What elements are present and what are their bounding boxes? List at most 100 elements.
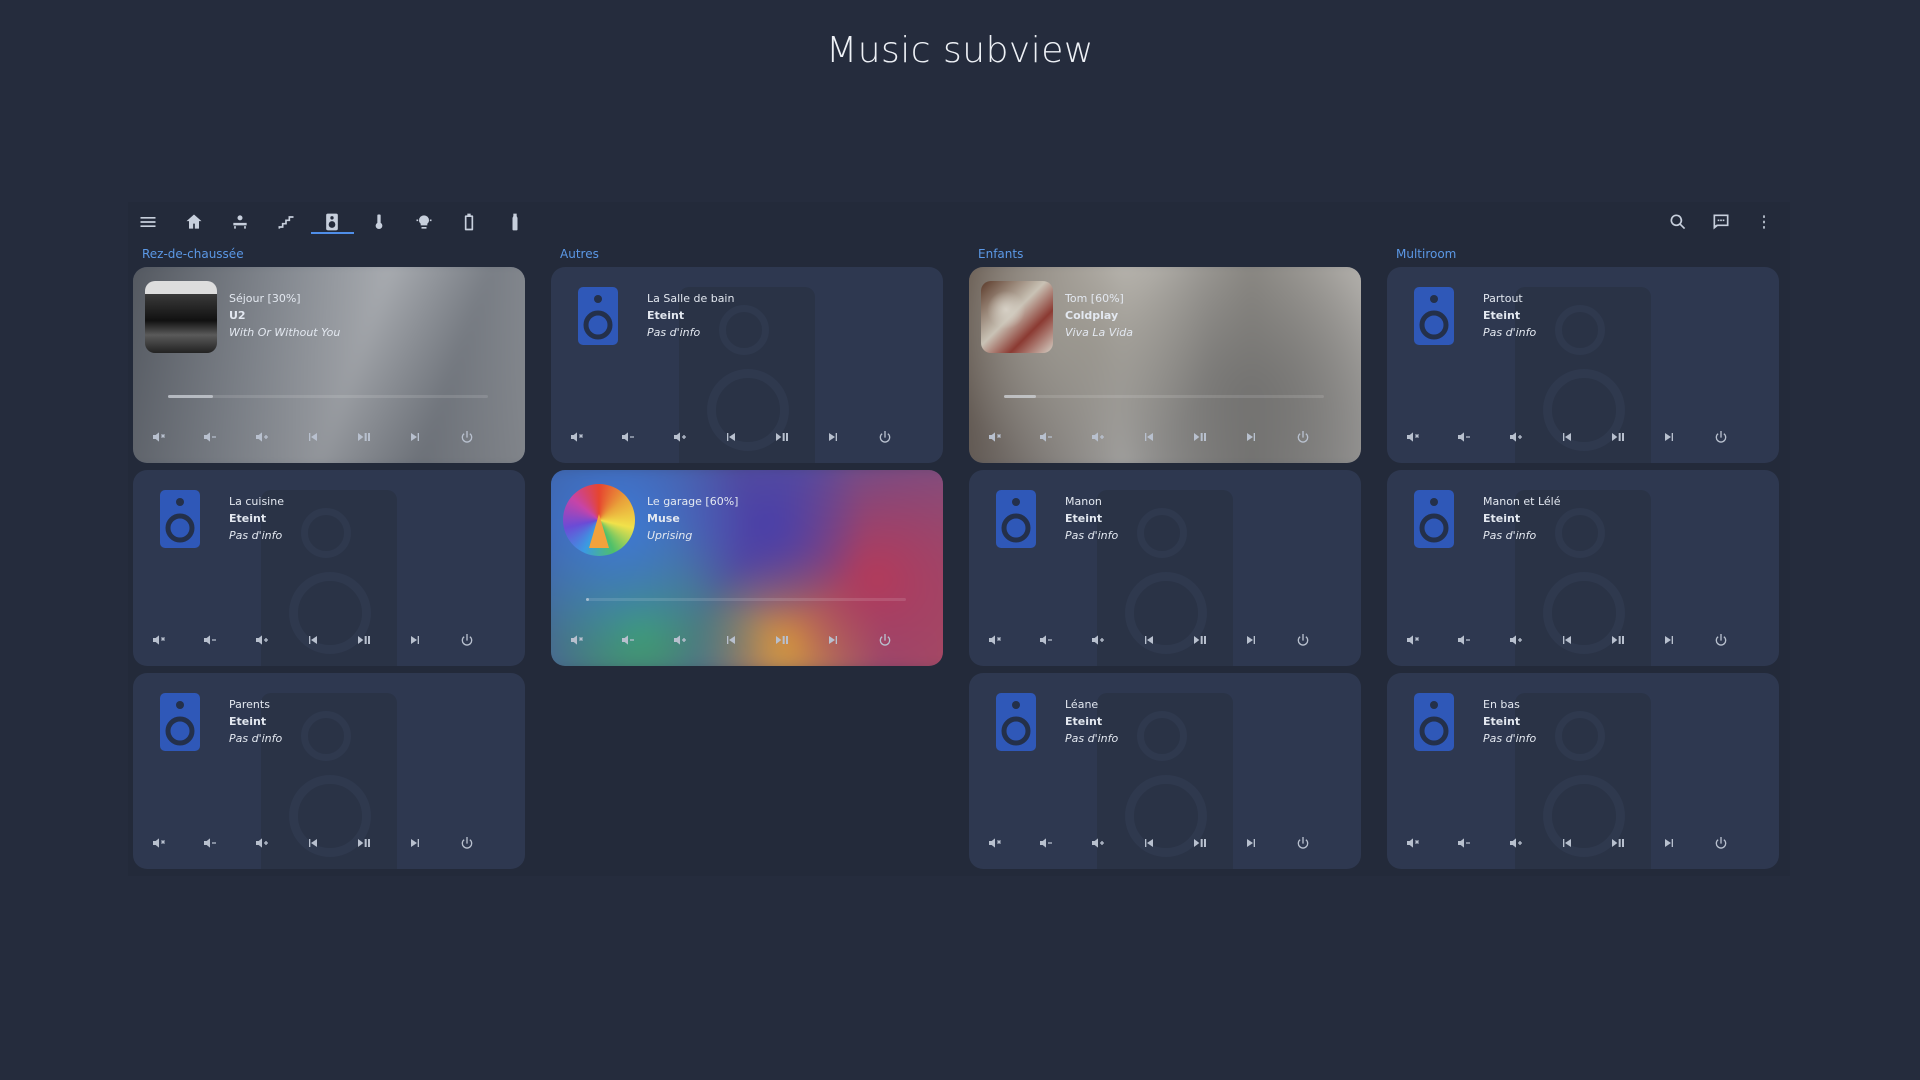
- volume-down-button[interactable]: [1454, 630, 1474, 650]
- power-button[interactable]: [875, 427, 895, 447]
- tab-bottle[interactable]: [504, 211, 526, 233]
- media-player-card[interactable]: Tom [60%] Coldplay Viva La Vida: [969, 267, 1361, 463]
- volume-down-button[interactable]: [618, 427, 638, 447]
- volume-down-button[interactable]: [200, 630, 220, 650]
- previous-button[interactable]: [1557, 427, 1577, 447]
- volume-up-button[interactable]: [252, 427, 272, 447]
- next-button[interactable]: [405, 427, 425, 447]
- play-pause-button[interactable]: [1608, 833, 1628, 853]
- tab-lamp[interactable]: [413, 211, 435, 233]
- power-button[interactable]: [457, 630, 477, 650]
- previous-button[interactable]: [721, 427, 741, 447]
- play-pause-button[interactable]: [354, 630, 374, 650]
- media-player-card[interactable]: La Salle de bain Eteint Pas d'info: [551, 267, 943, 463]
- play-pause-button[interactable]: [354, 427, 374, 447]
- mute-button[interactable]: [567, 427, 587, 447]
- mute-button[interactable]: [149, 427, 169, 447]
- volume-up-button[interactable]: [252, 630, 272, 650]
- mute-button[interactable]: [985, 833, 1005, 853]
- previous-button[interactable]: [1557, 833, 1577, 853]
- previous-button[interactable]: [1139, 427, 1159, 447]
- mute-button[interactable]: [985, 427, 1005, 447]
- next-button[interactable]: [1659, 833, 1679, 853]
- mute-button[interactable]: [149, 630, 169, 650]
- play-pause-button[interactable]: [1608, 427, 1628, 447]
- volume-up-button[interactable]: [1088, 833, 1108, 853]
- power-button[interactable]: [457, 427, 477, 447]
- volume-down-button[interactable]: [618, 630, 638, 650]
- next-button[interactable]: [823, 427, 843, 447]
- volume-up-button[interactable]: [1506, 833, 1526, 853]
- next-button[interactable]: [1241, 427, 1261, 447]
- power-button[interactable]: [1711, 833, 1731, 853]
- volume-down-button[interactable]: [1036, 833, 1056, 853]
- media-player-card[interactable]: Manon et Lélé Eteint Pas d'info: [1387, 470, 1779, 666]
- media-player-card[interactable]: Partout Eteint Pas d'info: [1387, 267, 1779, 463]
- assist-button[interactable]: [1710, 211, 1732, 233]
- power-button[interactable]: [1293, 427, 1313, 447]
- previous-button[interactable]: [1557, 630, 1577, 650]
- play-pause-button[interactable]: [1608, 630, 1628, 650]
- mute-button[interactable]: [1403, 427, 1423, 447]
- progress-bar[interactable]: [586, 598, 906, 601]
- progress-bar[interactable]: [168, 395, 488, 398]
- tab-thermometer[interactable]: [368, 211, 390, 233]
- next-button[interactable]: [823, 630, 843, 650]
- volume-up-button[interactable]: [670, 630, 690, 650]
- mute-button[interactable]: [1403, 630, 1423, 650]
- progress-bar[interactable]: [1004, 395, 1324, 398]
- power-button[interactable]: [1293, 630, 1313, 650]
- power-button[interactable]: [1711, 630, 1731, 650]
- mute-button[interactable]: [985, 630, 1005, 650]
- next-button[interactable]: [1241, 630, 1261, 650]
- mute-button[interactable]: [149, 833, 169, 853]
- next-button[interactable]: [405, 833, 425, 853]
- previous-button[interactable]: [721, 630, 741, 650]
- previous-button[interactable]: [303, 630, 323, 650]
- play-pause-button[interactable]: [1190, 427, 1210, 447]
- tab-speaker[interactable]: [321, 211, 343, 233]
- search-button[interactable]: [1667, 211, 1689, 233]
- previous-button[interactable]: [303, 833, 323, 853]
- media-player-card[interactable]: La cuisine Eteint Pas d'info: [133, 470, 525, 666]
- tab-battery[interactable]: [458, 211, 480, 233]
- volume-up-button[interactable]: [1088, 427, 1108, 447]
- play-pause-button[interactable]: [354, 833, 374, 853]
- play-pause-button[interactable]: [1190, 630, 1210, 650]
- previous-button[interactable]: [303, 427, 323, 447]
- previous-button[interactable]: [1139, 630, 1159, 650]
- power-button[interactable]: [1711, 427, 1731, 447]
- tab-home[interactable]: [183, 211, 205, 233]
- play-pause-button[interactable]: [772, 427, 792, 447]
- more-button[interactable]: [1753, 211, 1775, 233]
- volume-up-button[interactable]: [1506, 630, 1526, 650]
- power-button[interactable]: [1293, 833, 1313, 853]
- volume-down-button[interactable]: [1036, 630, 1056, 650]
- play-pause-button[interactable]: [1190, 833, 1210, 853]
- volume-down-button[interactable]: [1454, 833, 1474, 853]
- next-button[interactable]: [1241, 833, 1261, 853]
- media-player-card[interactable]: Léane Eteint Pas d'info: [969, 673, 1361, 869]
- volume-up-button[interactable]: [1088, 630, 1108, 650]
- volume-up-button[interactable]: [252, 833, 272, 853]
- tab-menu[interactable]: [137, 211, 159, 233]
- next-button[interactable]: [1659, 427, 1679, 447]
- mute-button[interactable]: [567, 630, 587, 650]
- power-button[interactable]: [457, 833, 477, 853]
- media-player-card[interactable]: En bas Eteint Pas d'info: [1387, 673, 1779, 869]
- tab-sofa[interactable]: [229, 211, 251, 233]
- volume-down-button[interactable]: [1454, 427, 1474, 447]
- volume-down-button[interactable]: [200, 427, 220, 447]
- power-button[interactable]: [875, 630, 895, 650]
- volume-down-button[interactable]: [200, 833, 220, 853]
- mute-button[interactable]: [1403, 833, 1423, 853]
- next-button[interactable]: [1659, 630, 1679, 650]
- media-player-card[interactable]: Séjour [30%] U2 With Or Without You: [133, 267, 525, 463]
- volume-up-button[interactable]: [670, 427, 690, 447]
- volume-up-button[interactable]: [1506, 427, 1526, 447]
- volume-down-button[interactable]: [1036, 427, 1056, 447]
- media-player-card[interactable]: Le garage [60%] Muse Uprising: [551, 470, 943, 666]
- previous-button[interactable]: [1139, 833, 1159, 853]
- play-pause-button[interactable]: [772, 630, 792, 650]
- media-player-card[interactable]: Parents Eteint Pas d'info: [133, 673, 525, 869]
